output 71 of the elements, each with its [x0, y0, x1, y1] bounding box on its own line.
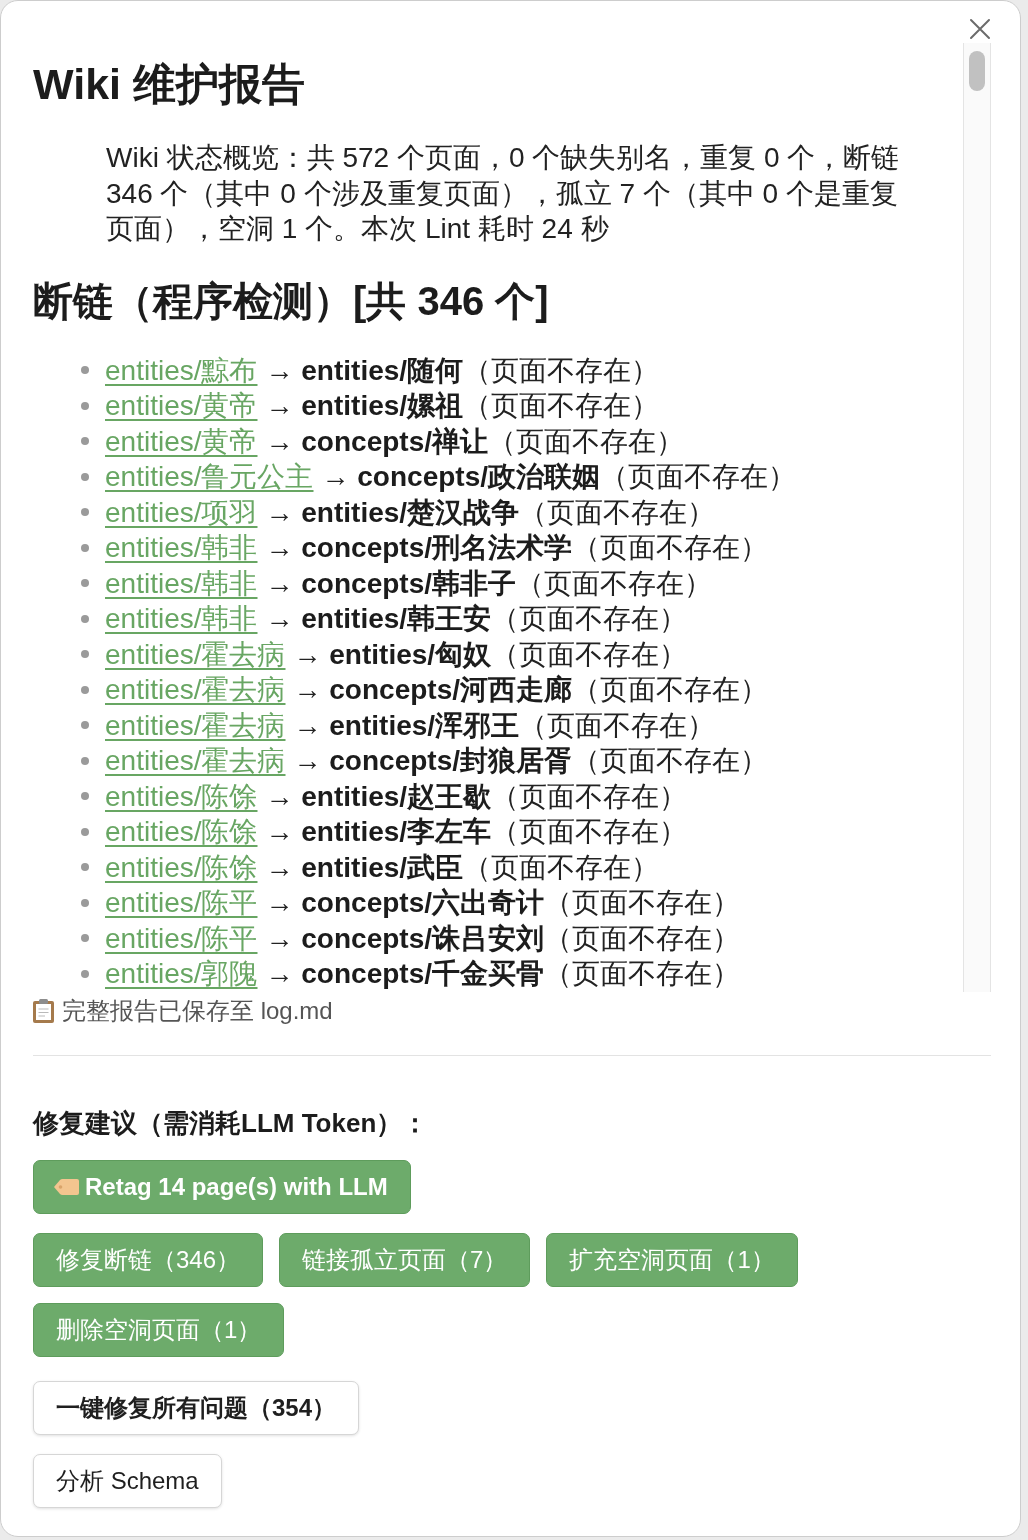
page-link[interactable]: entities/郭隗 — [105, 956, 258, 992]
missing-link-text: → entities/随何（页面不存在） — [265, 353, 660, 388]
page-link[interactable]: entities/黥布 — [105, 352, 258, 388]
bullet-icon — [81, 650, 89, 659]
missing-link-text: → concepts/河西走廊（页面不存在） — [293, 673, 768, 707]
page-link[interactable]: entities/韩非 — [105, 601, 258, 637]
bullet-icon — [81, 792, 89, 801]
close-icon — [969, 18, 991, 40]
page-link[interactable]: entities/霍去病 — [105, 707, 286, 743]
page-link[interactable]: entities/黄帝 — [105, 388, 258, 424]
missing-link-text: → entities/赵王歇（页面不存在） — [265, 779, 688, 814]
missing-link-text: → entities/嫘祖（页面不存在） — [265, 389, 660, 423]
bullet-icon — [81, 969, 89, 978]
bullet-icon — [81, 898, 89, 907]
page-link[interactable]: entities/鲁元公主 — [105, 459, 314, 495]
bullet-icon — [81, 508, 89, 517]
bullet-icon — [81, 934, 89, 943]
page-link[interactable]: entities/霍去病 — [105, 672, 286, 708]
page-link[interactable]: entities/项羽 — [105, 494, 258, 530]
bullet-icon — [81, 579, 89, 588]
fix-all-button[interactable]: 一键修复所有问题（354） — [33, 1381, 360, 1435]
missing-link-text: → concepts/政治联姻（页面不存在） — [321, 460, 796, 494]
close-button[interactable] — [969, 18, 991, 40]
section-heading: 断链（程序检测）[共 346 个] — [33, 277, 549, 325]
status-summary: Wiki 状态概览：共 572 个页面，0 个缺失别名，重复 0 个，断链 346 个（其中 0 个涉及重复页面），孤立 7 个（其中 0 个是重复页面），空洞 1 个。本次 Lint 耗时 24 秒 — [106, 141, 901, 246]
page-link[interactable]: entities/陈馀 — [105, 778, 258, 814]
missing-link-text: → concepts/千金买骨（页面不存在） — [265, 957, 740, 991]
page-link[interactable]: entities/韩非 — [105, 530, 258, 566]
fix-button[interactable]: 扩充空洞页面（1） — [546, 1233, 798, 1287]
fix-button[interactable]: 删除空洞页面（1） — [33, 1303, 285, 1357]
scrollbar-thumb[interactable] — [969, 51, 985, 91]
fix-button[interactable]: 修复断链（346） — [33, 1233, 264, 1287]
saved-note: 完整报告已保存至 log.md — [62, 996, 333, 1026]
bullet-icon — [81, 366, 89, 375]
missing-link-text: → entities/匈奴（页面不存在） — [293, 637, 688, 672]
missing-link-text: → entities/武臣（页面不存在） — [265, 850, 660, 885]
bullet-icon — [81, 756, 89, 765]
page-link[interactable]: entities/陈平 — [105, 885, 258, 921]
report-title: Wiki 维护报告 — [33, 59, 305, 110]
clipboard-icon — [33, 999, 54, 1023]
missing-link-text: → entities/浑邪王（页面不存在） — [293, 708, 716, 743]
bullet-icon — [81, 437, 89, 446]
missing-link-text: → entities/楚汉战争（页面不存在） — [265, 495, 716, 530]
retag-button[interactable]: Retag 14 page(s) with LLM — [33, 1160, 411, 1214]
page-link[interactable]: entities/黄帝 — [105, 423, 258, 459]
page-link[interactable]: entities/陈馀 — [105, 814, 258, 850]
page-link[interactable]: entities/韩非 — [105, 565, 258, 601]
missing-link-text: → concepts/封狼居胥（页面不存在） — [293, 744, 768, 778]
missing-link-text: → concepts/诛吕安刘（页面不存在） — [265, 921, 740, 956]
missing-link-text: → concepts/禅让（页面不存在） — [265, 424, 684, 459]
bullet-icon — [81, 863, 89, 872]
bullet-icon — [81, 472, 89, 481]
page-link[interactable]: entities/霍去病 — [105, 743, 286, 779]
page-link[interactable]: entities/霍去病 — [105, 636, 286, 672]
suggestions-heading: 修复建议（需消耗LLM Token）： — [33, 1107, 429, 1140]
bullet-icon — [81, 827, 89, 836]
missing-link-text: → entities/李左车（页面不存在） — [265, 815, 688, 849]
fix-button[interactable]: 链接孤立页面（7） — [279, 1233, 531, 1287]
page-link[interactable]: entities/陈平 — [105, 920, 258, 956]
missing-link-text: → entities/韩王安（页面不存在） — [265, 602, 688, 636]
bullet-icon — [81, 401, 89, 410]
bullet-icon — [81, 614, 89, 623]
analyze-schema-button[interactable]: 分析 Schema — [33, 1454, 222, 1508]
missing-link-text: → concepts/韩非子（页面不存在） — [265, 566, 712, 601]
bullet-icon — [81, 543, 89, 552]
missing-link-text: → concepts/六出奇计（页面不存在） — [265, 886, 740, 920]
page-link[interactable]: entities/陈馀 — [105, 849, 258, 885]
missing-link-text: → concepts/刑名法术学（页面不存在） — [265, 531, 768, 565]
bullet-icon — [81, 685, 89, 694]
tag-icon — [54, 1179, 79, 1195]
bullet-icon — [81, 721, 89, 730]
